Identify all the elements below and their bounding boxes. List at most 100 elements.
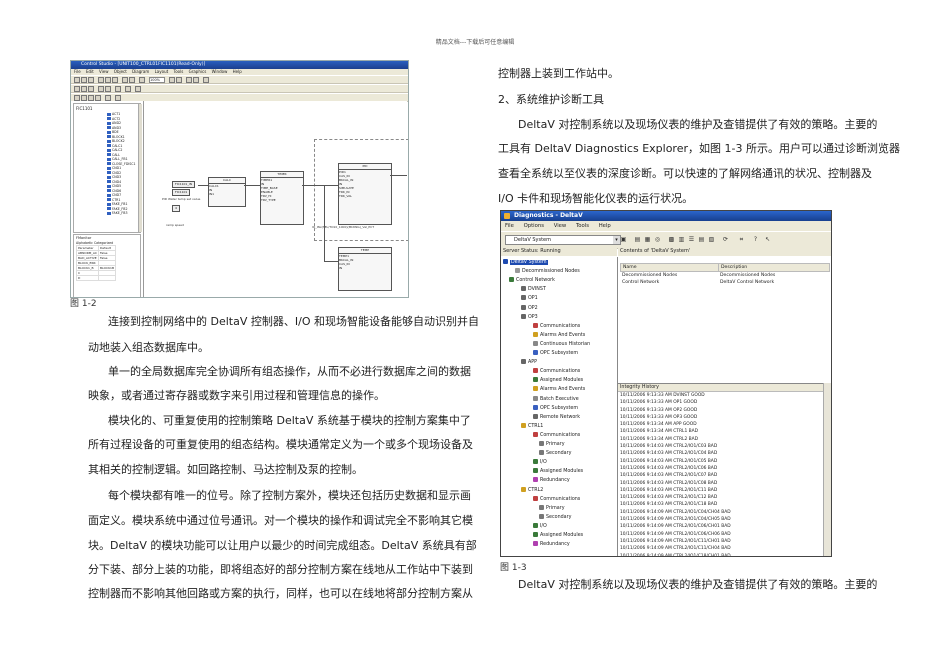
refresh-icon[interactable]: ⟳: [721, 235, 730, 244]
zoom-select[interactable]: 100%: [149, 77, 165, 83]
list-item-name[interactable]: Control Network: [622, 280, 659, 286]
tree-item[interactable]: Assigned Modules: [533, 532, 583, 539]
history-row[interactable]: 10/11/2006 9:14:03 AM CTRL2/IO1/C08 BAD: [618, 480, 824, 487]
tree-item[interactable]: OPC Subsystem: [533, 404, 578, 412]
property-name[interactable]: D: [76, 275, 99, 281]
download-icon[interactable]: [193, 77, 199, 83]
tree-item[interactable]: Secondary: [539, 450, 571, 457]
menu-view[interactable]: View: [99, 69, 109, 74]
cut-icon[interactable]: [98, 77, 104, 83]
input-tag[interactable]: FIC1101_IN: [172, 181, 195, 188]
history-row[interactable]: 10/11/2006 9:14:03 AM CTRL2/IO1/C11 BAD: [618, 487, 824, 494]
menu-file[interactable]: File: [74, 69, 81, 74]
diagram-canvas[interactable]: FIC1101_IN FIC1101 4 PID Water temp set …: [144, 101, 408, 297]
property-name[interactable]: BLOCK_ERR: [76, 260, 99, 266]
temp-block[interactable]: TEMP TEMP1 BKCAL_IN CAS_IN IN: [338, 247, 392, 291]
open-icon[interactable]: [81, 77, 87, 83]
property-value[interactable]: BLOCK1B: [97, 265, 117, 271]
input-tag[interactable]: FIC1101: [172, 189, 191, 196]
tree-item[interactable]: Continuous Historian: [533, 340, 590, 348]
help-icon[interactable]: ?: [751, 235, 760, 244]
save-icon[interactable]: ▦: [643, 235, 652, 244]
small-icons-icon[interactable]: ▥: [677, 235, 686, 244]
tree-item[interactable]: Alarms And Events: [533, 386, 585, 393]
history-row[interactable]: 10/11/2006 9:13:34 AM CTRL1 BAD: [618, 428, 824, 435]
large-icons-icon[interactable]: ▩: [667, 235, 676, 244]
property-value[interactable]: [97, 275, 117, 281]
property-name[interactable]: ABNORM_AC: [76, 250, 99, 256]
history-row[interactable]: 10/11/2006 9:14:03 AM CTRL2/IO1/C18 BAD: [618, 501, 824, 508]
up-folder-icon[interactable]: ▣: [619, 235, 628, 244]
history-row[interactable]: 10/11/2006 9:14:03 AM CTRL2/IO1/C03 BAD: [618, 443, 824, 450]
tree-root-item[interactable]: FIC1101: [76, 106, 92, 111]
history-row[interactable]: 10/11/2006 9:14:09 AM CTRL2/IO1/C04/CH04…: [618, 509, 824, 516]
menu-help[interactable]: Help: [599, 223, 611, 229]
new-icon[interactable]: [74, 77, 80, 83]
details-view-icon[interactable]: ▤: [697, 235, 706, 244]
history-row[interactable]: 10/11/2006 9:14:09 AM CTRL2/IO1/C11/CH04…: [618, 545, 824, 552]
menu-view[interactable]: View: [554, 223, 567, 229]
tree-item[interactable]: Communications: [533, 368, 580, 375]
timer-block[interactable]: TIMER TIMER1 IN TIME_BASE ENABLE TRV_HI …: [260, 171, 304, 225]
tree-item[interactable]: Remote Network: [533, 413, 580, 421]
tree-item[interactable]: OPC Subsystem: [533, 350, 578, 357]
history-row[interactable]: 10/11/2006 9:13:33 AM DVINST GOOD: [618, 392, 824, 399]
undo-icon[interactable]: [122, 77, 128, 83]
copy-icon[interactable]: [105, 77, 111, 83]
tree-item[interactable]: Redundancy: [533, 541, 570, 548]
history-row[interactable]: 10/11/2006 9:14:09 AM CTRL2/IO1/C11/CH01…: [618, 538, 824, 545]
menu-object[interactable]: Object: [114, 69, 127, 74]
menu-tools[interactable]: Tools: [576, 223, 589, 229]
menu-diagram[interactable]: Diagram: [132, 69, 149, 74]
calc-block[interactable]: CALC CALC1 IN IN1: [208, 177, 246, 207]
find-icon[interactable]: ◎: [653, 235, 662, 244]
history-row[interactable]: 10/11/2006 9:14:03 AM CTRL2/IO1/C04 BAD: [618, 450, 824, 457]
tree-item[interactable]: Control Network: [509, 277, 555, 284]
menu-help[interactable]: Help: [233, 69, 242, 74]
tree-item[interactable]: CTRL2: [521, 486, 543, 494]
history-row[interactable]: 10/11/2006 9:13:33 AM OP3 GOOD: [618, 414, 824, 421]
constant-tag[interactable]: 4: [172, 205, 180, 212]
tab-categorized[interactable]: Categorized: [94, 241, 113, 245]
tree-item[interactable]: Decommissioned Nodes: [515, 268, 580, 275]
tree-item[interactable]: APP: [521, 359, 537, 366]
tree-item[interactable]: Secondary: [539, 513, 571, 521]
menu-options[interactable]: Options: [524, 223, 544, 229]
tree-item[interactable]: CTRL1: [521, 422, 543, 430]
align-right-icon[interactable]: [88, 86, 94, 92]
help-icon[interactable]: [203, 77, 209, 83]
tree-item[interactable]: Assigned Modules: [533, 377, 583, 384]
tree-item[interactable]: Assigned Modules: [533, 468, 583, 475]
align-left-icon[interactable]: [74, 86, 80, 92]
history-row[interactable]: 10/11/2006 9:13:33 AM OP2 GOOD: [618, 407, 824, 414]
tree-item[interactable]: OP1: [521, 295, 538, 302]
list-view-icon[interactable]: ☰: [687, 235, 696, 244]
tab-alphabetic[interactable]: Alphabetic: [76, 241, 93, 245]
align-center-icon[interactable]: [81, 86, 87, 92]
history-row[interactable]: 10/11/2006 9:14:09 AM CTRL2/IO1/C18/CH01…: [618, 553, 824, 556]
tree-item[interactable]: DeltaV System: [503, 259, 548, 266]
save-icon[interactable]: [88, 77, 94, 83]
list-item-name[interactable]: Decommissioned Nodes: [622, 273, 677, 279]
history-row[interactable]: 10/11/2006 9:14:03 AM CTRL2/IO1/C12 BAD: [618, 494, 824, 501]
menu-layout[interactable]: Layout: [155, 69, 169, 74]
tree-item[interactable]: DVINST: [521, 286, 546, 293]
menu-edit[interactable]: Edit: [86, 69, 94, 74]
tree-item[interactable]: I/O: [533, 459, 547, 466]
italic-icon[interactable]: [105, 86, 111, 92]
zoom-out-icon[interactable]: [176, 77, 182, 83]
print-icon[interactable]: ▤: [633, 235, 642, 244]
paste-icon[interactable]: [112, 77, 118, 83]
redo-icon[interactable]: [129, 77, 135, 83]
history-scrollbar[interactable]: [823, 383, 831, 556]
tree-item[interactable]: Alarms And Events: [533, 331, 585, 339]
color-icon[interactable]: [125, 86, 131, 92]
tree-item[interactable]: Communications: [533, 495, 580, 503]
menu-graphics[interactable]: Graphics: [189, 69, 207, 74]
history-row[interactable]: 10/11/2006 9:14:03 AM CTRL2/IO1/C05 BAD: [618, 458, 824, 465]
grid-icon[interactable]: [186, 77, 192, 83]
pid-block[interactable]: PID PID1 CAS_IN BKCAL_IN IN SIMULATE TRK…: [338, 163, 392, 225]
tree-item[interactable]: I/O: [533, 522, 547, 530]
tree-item[interactable]: Primary: [539, 504, 565, 512]
zoom-in-icon[interactable]: [169, 77, 175, 83]
